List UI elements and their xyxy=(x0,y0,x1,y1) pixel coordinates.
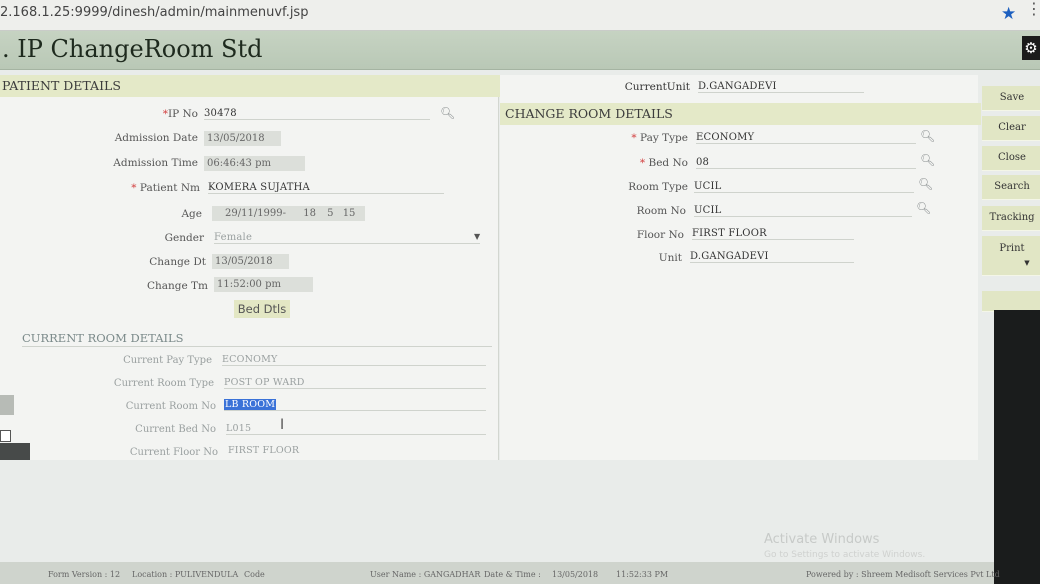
admission-time-label: Admission Time xyxy=(113,157,198,169)
bed-dtls-button[interactable]: Bed Dtls xyxy=(234,300,290,318)
current-room-no-label: Current Room No xyxy=(125,401,216,412)
form-version: Form Version : 12 xyxy=(48,570,121,579)
room-no-search-icon[interactable]: 🔍︎ xyxy=(916,201,931,215)
age-days: 15 xyxy=(342,208,356,219)
patient-details-panel: PATIENT DETAILS *IP No 30478 🔍︎ Admissio… xyxy=(0,75,500,460)
location: Location : PULIVENDULA xyxy=(132,570,239,579)
pay-type-field[interactable]: ECONOMY xyxy=(696,132,916,144)
chevron-down-icon[interactable]: ▼ xyxy=(474,232,480,241)
star-icon[interactable]: ★ xyxy=(1001,4,1016,24)
patient-nm-label: * Patient Nm xyxy=(131,182,200,194)
floor-no-label: Floor No xyxy=(636,229,684,241)
current-pay-type-label: Current Pay Type xyxy=(123,355,212,366)
change-tm-field: 11:52:00 pm xyxy=(214,277,313,292)
activate-windows-watermark: Activate Windows xyxy=(764,532,880,547)
current-room-type-field: POST OP WARD xyxy=(224,377,486,389)
save-button[interactable]: Save xyxy=(982,86,1040,111)
page-title: . IP ChangeRoom Std xyxy=(2,35,263,63)
room-type-search-icon[interactable]: 🔍︎ xyxy=(918,177,933,191)
current-bed-no-label: Current Bed No xyxy=(135,424,216,435)
status-date: 13/05/2018 xyxy=(552,570,599,579)
date-time-label: Date & Time : xyxy=(484,570,541,579)
status-time: 11:52:33 PM xyxy=(616,570,669,579)
close-button[interactable]: Close xyxy=(982,146,1040,171)
change-tm-label: Change Tm xyxy=(146,280,208,292)
room-type-field[interactable]: UCIL xyxy=(694,181,914,193)
room-no-field[interactable]: UCIL xyxy=(694,205,912,217)
floor-no-field: FIRST FLOOR xyxy=(692,228,854,240)
bed-no-search-icon[interactable]: 🔍︎ xyxy=(920,153,935,167)
bed-no-label: * Bed No xyxy=(639,157,688,169)
browser-address-bar[interactable]: 2.168.1.25:9999/dinesh/admin/mainmenuvf.… xyxy=(0,0,1040,31)
user-name: User Name : GANGADHAR xyxy=(370,570,481,579)
bed-no-field[interactable]: 08 xyxy=(696,157,916,169)
current-pay-type-field: ECONOMY xyxy=(222,354,486,366)
admission-date-label: Admission Date xyxy=(114,132,198,144)
empty-action-slot xyxy=(982,291,1040,312)
current-room-no-field[interactable]: LB ROOM xyxy=(224,399,486,411)
current-room-type-label: Current Room Type xyxy=(113,378,214,389)
activate-windows-subtitle: Go to Settings to activate Windows. xyxy=(764,550,926,560)
action-buttons: Save Clear Close Search Tracking Print ▼ xyxy=(982,86,1040,316)
scroll-handle[interactable] xyxy=(0,395,14,415)
checkbox[interactable] xyxy=(0,430,11,442)
gender-select[interactable]: Female xyxy=(214,232,480,244)
age-months: 5 xyxy=(327,208,334,219)
ip-search-icon[interactable]: 🔍︎ xyxy=(440,106,455,120)
current-floor-no-label: Current Floor No xyxy=(129,447,218,458)
patient-name-field[interactable]: KOMERA SUJATHA xyxy=(208,182,444,194)
tracking-button[interactable]: Tracking xyxy=(982,206,1040,231)
app-title-bar: . IP ChangeRoom Std ⚙ xyxy=(0,31,1040,70)
admission-time-field: 06:46:43 pm xyxy=(204,156,305,171)
search-button[interactable]: Search xyxy=(982,175,1040,200)
current-unit-field: D.GANGADEVI xyxy=(698,81,864,93)
clear-button[interactable]: Clear xyxy=(982,116,1040,141)
change-room-panel: CurrentUnit D.GANGADEVI CHANGE ROOM DETA… xyxy=(500,75,981,460)
ip-no-label: *IP No xyxy=(162,108,198,120)
change-dt-label: Change Dt xyxy=(149,256,206,268)
age-years: 18 xyxy=(303,208,316,219)
text-cursor-icon: I xyxy=(280,417,285,433)
admission-date-field: 13/05/2018 xyxy=(204,131,281,146)
chevron-down-icon[interactable]: ▼ xyxy=(1024,259,1029,267)
selected-room-no: LB ROOM xyxy=(224,399,277,410)
patient-details-header: PATIENT DETAILS xyxy=(0,75,500,97)
url-text[interactable]: 2.168.1.25:9999/dinesh/admin/mainmenuvf.… xyxy=(0,5,308,20)
change-dt-field: 13/05/2018 xyxy=(212,254,289,269)
screen-edge xyxy=(994,310,1040,584)
ip-no-field[interactable]: 30478 xyxy=(204,108,430,120)
room-type-label: Room Type xyxy=(628,181,688,193)
divider xyxy=(22,346,492,347)
current-floor-no-field: FIRST FLOOR xyxy=(228,445,300,456)
powered-by: Powered by : Shreem Medisoft Services Pv… xyxy=(806,570,1000,579)
unit-label: Unit xyxy=(658,252,682,264)
gear-icon[interactable]: ⚙ xyxy=(1022,36,1040,60)
print-button[interactable]: Print ▼ xyxy=(982,236,1040,276)
pay-type-search-icon[interactable]: 🔍︎ xyxy=(920,129,935,143)
side-tab[interactable] xyxy=(0,443,30,460)
code: Code xyxy=(244,570,265,579)
print-label: Print xyxy=(999,243,1025,254)
status-bar: Form Version : 12 Location : PULIVENDULA… xyxy=(0,562,1000,584)
room-no-label: Room No xyxy=(636,205,686,217)
browser-menu-icon[interactable]: ⋮ xyxy=(1026,1,1040,17)
age-label: Age xyxy=(181,208,202,220)
change-room-header: CHANGE ROOM DETAILS xyxy=(500,103,981,125)
current-bed-no-field: L015 xyxy=(226,423,486,435)
age-field: 29/11/1999- 18 5 15 xyxy=(212,206,365,221)
dob-value: 29/11/1999- xyxy=(225,208,287,219)
gender-label: Gender xyxy=(164,232,204,244)
pay-type-label: * Pay Type xyxy=(631,132,688,144)
unit-field: D.GANGADEVI xyxy=(690,251,854,263)
current-unit-label: CurrentUnit xyxy=(624,81,690,93)
